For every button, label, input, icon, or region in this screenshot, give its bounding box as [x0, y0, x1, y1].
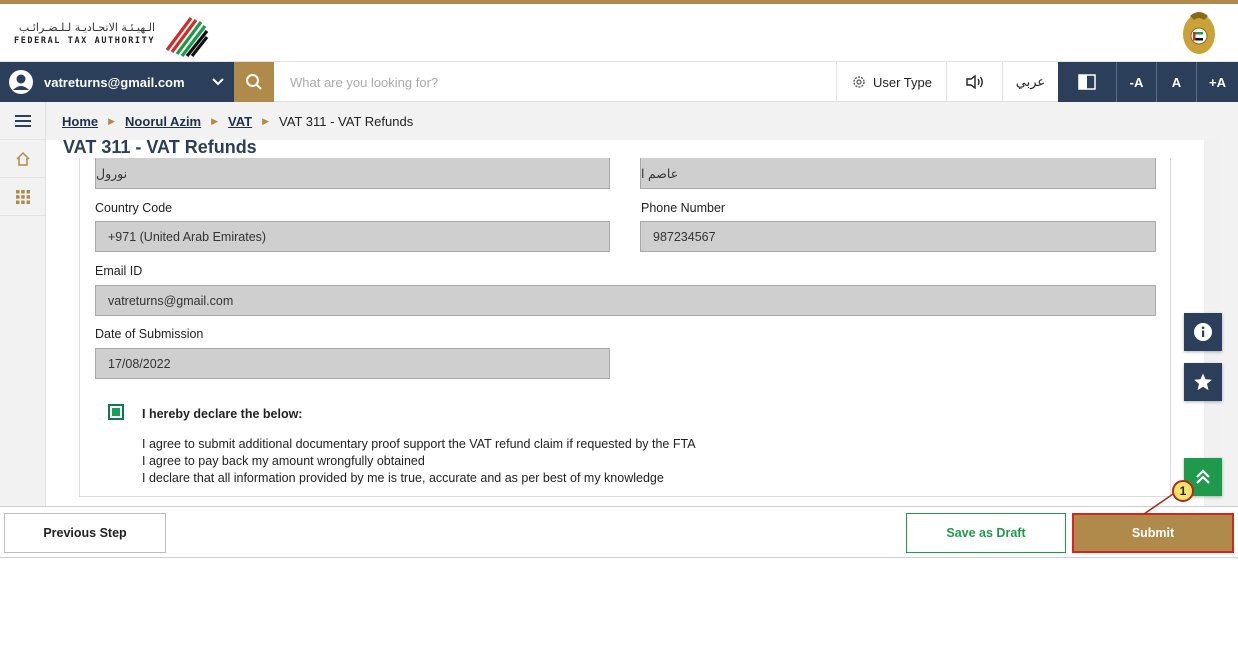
- favorite-button[interactable]: [1184, 363, 1222, 401]
- info-button[interactable]: [1184, 313, 1222, 351]
- arabic-last-name-field[interactable]: عاصم ا: [640, 158, 1156, 189]
- date-of-submission-label: Date of Submission: [95, 327, 204, 341]
- country-code-field[interactable]: +971 (United Arab Emirates): [95, 221, 610, 252]
- breadcrumb-current: VAT 311 - VAT Refunds: [279, 113, 414, 129]
- declaration-line: I agree to submit additional documentary…: [142, 437, 696, 451]
- phone-number-field[interactable]: 987234567: [640, 221, 1156, 252]
- email-field[interactable]: vatreturns@gmail.com: [95, 285, 1156, 316]
- previous-step-button[interactable]: Previous Step: [4, 513, 166, 553]
- search-button[interactable]: [234, 62, 274, 102]
- date-of-submission-field[interactable]: 17/08/2022: [95, 348, 610, 379]
- double-chevron-up-icon: [1196, 469, 1210, 484]
- breadcrumb-home-link[interactable]: Home: [62, 114, 98, 129]
- audio-button[interactable]: [946, 62, 1002, 102]
- save-as-draft-button[interactable]: Save as Draft: [906, 513, 1066, 553]
- site-header: الـهيـئـة الاتحـاديـة لـلـضـرائـب FEDERA…: [0, 4, 1238, 62]
- contrast-toggle-button[interactable]: [1058, 62, 1116, 102]
- arabic-language-button[interactable]: عربي: [1002, 62, 1058, 102]
- fta-logo-icon: [165, 17, 209, 57]
- user-avatar-icon: [9, 70, 33, 94]
- info-icon: [1194, 323, 1212, 341]
- arabic-first-name-field[interactable]: نورول: [95, 158, 610, 189]
- breadcrumb-arrow-icon: ▶: [262, 115, 270, 126]
- home-nav-button[interactable]: [0, 140, 46, 178]
- font-increase-button[interactable]: +A: [1196, 62, 1238, 102]
- logo-english-text: FEDERAL TAX AUTHORITY: [14, 36, 156, 46]
- user-type-button[interactable]: User Type: [836, 62, 946, 102]
- breadcrumb: Home ▶ Noorul Azim ▶ VAT ▶ VAT 311 - VAT…: [46, 102, 1238, 140]
- uae-emblem-icon: [1183, 12, 1215, 54]
- declaration-line: I declare that all information provided …: [142, 471, 664, 485]
- fta-logo[interactable]: الـهيـئـة الاتحـاديـة لـلـضـرائـب FEDERA…: [14, 8, 209, 60]
- breadcrumb-profile-link[interactable]: Noorul Azim: [125, 114, 201, 129]
- speaker-icon: [965, 74, 983, 90]
- hamburger-icon: [15, 114, 31, 127]
- step-callout-badge: 1: [1172, 480, 1194, 502]
- search-input[interactable]: [276, 62, 836, 102]
- chevron-down-icon: [212, 78, 224, 86]
- checkbox-checked-mark: [112, 408, 120, 416]
- email-label: Email ID: [95, 264, 143, 278]
- font-decrease-button[interactable]: -A: [1116, 62, 1156, 102]
- contrast-icon: [1078, 74, 1096, 90]
- declaration-checkbox[interactable]: [108, 404, 124, 420]
- search-icon: [246, 74, 262, 90]
- user-email: vatreturns@gmail.com: [44, 74, 185, 90]
- action-bar: Previous Step Save as Draft Submit: [0, 506, 1238, 558]
- menu-toggle-button[interactable]: [0, 102, 46, 140]
- breadcrumb-arrow-icon: ▶: [108, 115, 116, 126]
- home-icon: [16, 151, 30, 166]
- star-icon: [1194, 373, 1212, 391]
- user-type-label: User Type: [872, 74, 932, 90]
- apps-nav-button[interactable]: [0, 178, 46, 216]
- gear-icon: [853, 76, 865, 88]
- logo-arabic-text: الـهيـئـة الاتحـاديـة لـلـضـرائـب: [18, 21, 156, 34]
- user-account-dropdown[interactable]: vatreturns@gmail.com: [0, 62, 234, 102]
- grid-icon: [16, 189, 30, 204]
- phone-number-label: Phone Number: [641, 201, 726, 215]
- country-code-label: Country Code: [95, 201, 173, 215]
- toolbar: vatreturns@gmail.com User Type عربي -A A…: [0, 62, 1238, 102]
- left-rail: [0, 102, 46, 506]
- submit-button[interactable]: Submit: [1072, 513, 1234, 553]
- breadcrumb-vat-link[interactable]: VAT: [228, 114, 252, 129]
- declaration-line: I agree to pay back my amount wrongfully…: [142, 454, 425, 468]
- page-title: VAT 311 - VAT Refunds: [63, 137, 257, 157]
- right-gutter: [1220, 140, 1238, 506]
- breadcrumb-arrow-icon: ▶: [211, 115, 219, 126]
- font-normal-button[interactable]: A: [1156, 62, 1196, 102]
- declaration-title: I hereby declare the below:: [142, 407, 303, 421]
